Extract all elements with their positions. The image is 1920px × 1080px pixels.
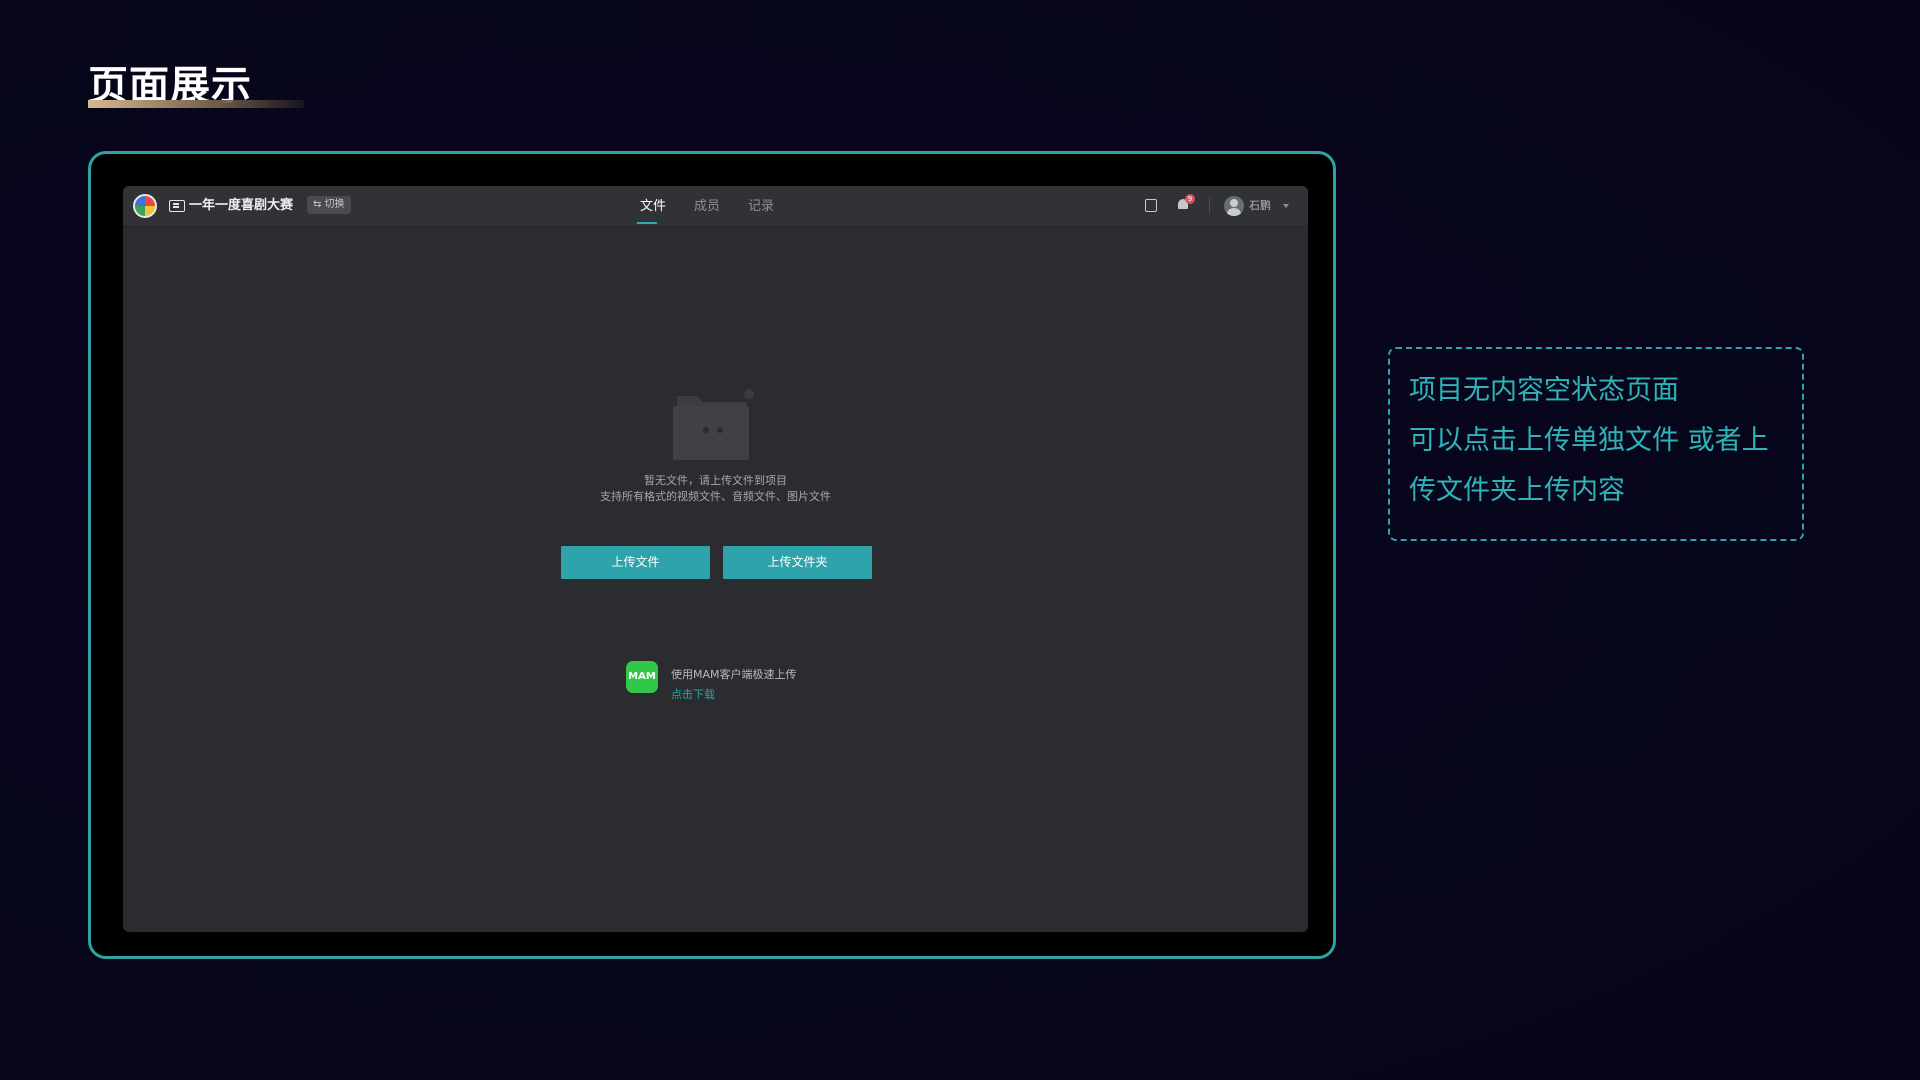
mam-logo: MAM [626, 661, 658, 693]
tab-members[interactable]: 成员 [694, 198, 720, 216]
upload-folder-button[interactable]: 上传文件夹 [723, 546, 872, 579]
download-link[interactable]: 点击下载 [671, 687, 715, 702]
active-tab-indicator [637, 222, 657, 224]
top-bar: 一年一度喜剧大赛 ⇆ 切换 文件 成员 记录 9 石鹏 [123, 186, 1308, 227]
tab-bar: 文件 成员 记录 [123, 186, 1308, 226]
app-screen: 一年一度喜剧大赛 ⇆ 切换 文件 成员 记录 9 石鹏 暂无文件，请上传文件到项… [123, 186, 1308, 932]
annotation-line-3: 传文件夹上传内容 [1409, 475, 1625, 506]
slide: 页面展示 一年一度喜剧大赛 ⇆ 切换 文件 成员 记录 9 石鹏 暂无文件，请上… [0, 0, 1920, 1080]
upload-file-button[interactable]: 上传文件 [561, 546, 710, 579]
user-name[interactable]: 石鹏 [1249, 198, 1271, 214]
empty-format-hint: 支持所有格式的视频文件、音频文件、图片文件 [600, 490, 831, 503]
topbar-divider [1209, 198, 1210, 214]
chevron-down-icon[interactable] [1283, 204, 1289, 208]
notification-badge: 9 [1185, 194, 1195, 204]
empty-message: 暂无文件，请上传文件到项目 [644, 474, 787, 487]
empty-folder-icon [673, 389, 754, 460]
tab-records[interactable]: 记录 [748, 198, 774, 216]
annotation-line-2: 可以点击上传单独文件 或者上 [1409, 425, 1769, 456]
annotation-line-1: 项目无内容空状态页面 [1409, 375, 1679, 406]
annotation-callout: 项目无内容空状态页面 可以点击上传单独文件 或者上 传文件夹上传内容 [1388, 347, 1804, 541]
tab-files[interactable]: 文件 [640, 198, 666, 216]
device-frame: 一年一度喜剧大赛 ⇆ 切换 文件 成员 记录 9 石鹏 暂无文件，请上传文件到项… [88, 151, 1336, 959]
task-list-icon[interactable] [1145, 199, 1157, 212]
mam-promo-text: 使用MAM客户端极速上传 [671, 668, 797, 681]
title-underline [88, 100, 304, 108]
avatar-icon[interactable] [1224, 196, 1244, 216]
